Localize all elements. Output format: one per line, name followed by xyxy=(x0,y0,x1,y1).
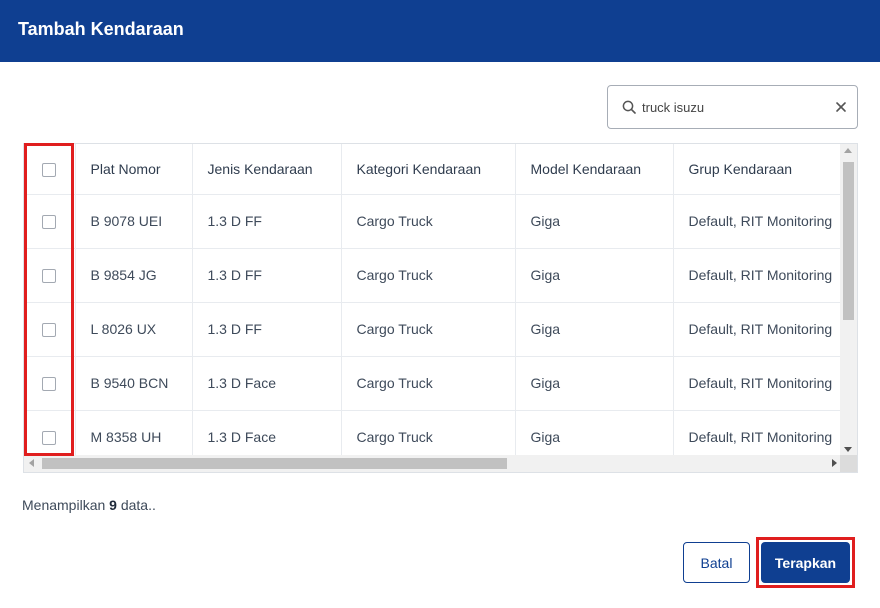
column-header-plat-nomor[interactable]: Plat Nomor xyxy=(75,144,193,195)
row-checkbox-cell xyxy=(24,302,76,357)
plat-nomor-cell: B 9078 UEI xyxy=(75,194,193,249)
kategori-kendaraan-cell: Cargo Truck xyxy=(341,410,516,456)
row-checkbox[interactable] xyxy=(42,377,57,392)
column-header-grup-kendaraan[interactable]: Grup Kendaraan xyxy=(673,144,842,195)
kategori-kendaraan-cell: Cargo Truck xyxy=(341,356,516,411)
search-icon xyxy=(622,100,636,114)
row-checkbox[interactable] xyxy=(42,215,57,230)
table: Plat Nomor Jenis Kendaraan Kategori Kend… xyxy=(24,144,842,456)
horizontal-scrollbar-thumb[interactable] xyxy=(42,458,507,469)
jenis-kendaraan-cell: 1.3 D Face xyxy=(192,410,342,456)
model-kendaraan-cell: Giga xyxy=(515,356,674,411)
dialog-title: Tambah Kendaraan xyxy=(18,19,184,39)
dialog-header: Tambah Kendaraan xyxy=(0,0,880,62)
horizontal-scrollbar[interactable] xyxy=(24,455,842,472)
jenis-kendaraan-cell: 1.3 D FF xyxy=(192,248,342,303)
result-count-number: 9 xyxy=(109,497,117,513)
table-row[interactable]: B 9540 BCN 1.3 D Face Cargo Truck Giga D… xyxy=(24,356,842,411)
model-kendaraan-cell: Giga xyxy=(515,410,674,456)
row-checkbox-cell xyxy=(24,194,76,249)
grup-kendaraan-cell: Default, RIT Monitoring xyxy=(673,302,842,357)
scroll-up-arrow-icon[interactable] xyxy=(844,148,852,153)
result-count-text: Menampilkan 9 data.. xyxy=(22,497,156,513)
apply-button[interactable]: Terapkan xyxy=(761,542,850,583)
scroll-down-arrow-icon[interactable] xyxy=(844,447,852,452)
column-header-model-kendaraan[interactable]: Model Kendaraan xyxy=(515,144,674,195)
select-all-cell xyxy=(24,144,76,195)
table-row[interactable]: M 8358 UH 1.3 D Face Cargo Truck Giga De… xyxy=(24,410,842,456)
scrollbar-corner xyxy=(840,455,857,472)
cancel-button[interactable]: Batal xyxy=(683,542,750,583)
search-input[interactable] xyxy=(642,96,827,118)
kategori-kendaraan-cell: Cargo Truck xyxy=(341,248,516,303)
grup-kendaraan-cell: Default, RIT Monitoring xyxy=(673,194,842,249)
vertical-scrollbar-thumb[interactable] xyxy=(843,162,854,320)
model-kendaraan-cell: Giga xyxy=(515,194,674,249)
table-row[interactable]: L 8026 UX 1.3 D FF Cargo Truck Giga Defa… xyxy=(24,302,842,357)
scroll-left-arrow-icon[interactable] xyxy=(29,459,34,467)
vehicle-table: Plat Nomor Jenis Kendaraan Kategori Kend… xyxy=(23,143,858,473)
table-row[interactable]: B 9854 JG 1.3 D FF Cargo Truck Giga Defa… xyxy=(24,248,842,303)
grup-kendaraan-cell: Default, RIT Monitoring xyxy=(673,410,842,456)
plat-nomor-cell: B 9540 BCN xyxy=(75,356,193,411)
grup-kendaraan-cell: Default, RIT Monitoring xyxy=(673,356,842,411)
select-all-checkbox[interactable] xyxy=(42,162,57,177)
scroll-right-arrow-icon[interactable] xyxy=(832,459,837,467)
jenis-kendaraan-cell: 1.3 D FF xyxy=(192,194,342,249)
result-count-prefix: Menampilkan xyxy=(22,497,106,513)
plat-nomor-cell: B 9854 JG xyxy=(75,248,193,303)
row-checkbox[interactable] xyxy=(42,323,57,338)
table-row[interactable]: B 9078 UEI 1.3 D FF Cargo Truck Giga Def… xyxy=(24,194,842,249)
row-checkbox[interactable] xyxy=(42,431,57,446)
row-checkbox-cell xyxy=(24,248,76,303)
kategori-kendaraan-cell: Cargo Truck xyxy=(341,194,516,249)
column-header-jenis-kendaraan[interactable]: Jenis Kendaraan xyxy=(192,144,342,195)
apply-button-highlight: Terapkan xyxy=(756,537,855,588)
column-header-kategori-kendaraan[interactable]: Kategori Kendaraan xyxy=(341,144,516,195)
vertical-scrollbar[interactable] xyxy=(840,144,857,456)
jenis-kendaraan-cell: 1.3 D Face xyxy=(192,356,342,411)
plat-nomor-cell: L 8026 UX xyxy=(75,302,193,357)
row-checkbox[interactable] xyxy=(42,269,57,284)
close-icon[interactable] xyxy=(834,100,848,114)
grup-kendaraan-cell: Default, RIT Monitoring xyxy=(673,248,842,303)
kategori-kendaraan-cell: Cargo Truck xyxy=(341,302,516,357)
row-checkbox-cell xyxy=(24,410,76,456)
search-box[interactable] xyxy=(607,85,858,129)
row-checkbox-cell xyxy=(24,356,76,411)
model-kendaraan-cell: Giga xyxy=(515,248,674,303)
plat-nomor-cell: M 8358 UH xyxy=(75,410,193,456)
jenis-kendaraan-cell: 1.3 D FF xyxy=(192,302,342,357)
table-viewport: Plat Nomor Jenis Kendaraan Kategori Kend… xyxy=(24,144,842,456)
model-kendaraan-cell: Giga xyxy=(515,302,674,357)
result-count-suffix: data.. xyxy=(120,497,156,513)
table-header-row: Plat Nomor Jenis Kendaraan Kategori Kend… xyxy=(24,144,842,195)
